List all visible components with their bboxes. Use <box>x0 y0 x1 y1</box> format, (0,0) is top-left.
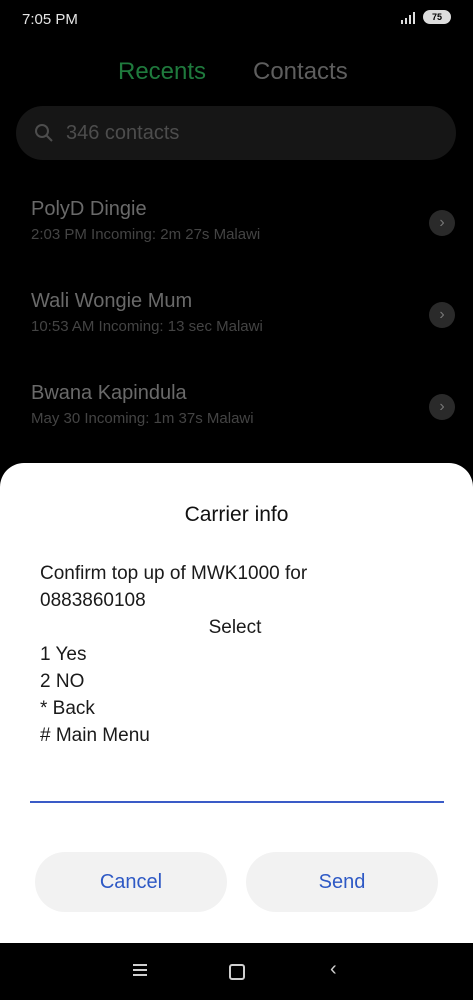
menu-icon[interactable] <box>133 964 147 979</box>
chevron-right-icon[interactable]: › <box>429 394 455 420</box>
reply-input[interactable] <box>30 801 444 803</box>
status-bar: 7:05 PM 75 <box>0 0 473 40</box>
contact-name: PolyD Dingie <box>31 198 147 220</box>
navigation-bar: ‹ <box>0 943 473 1000</box>
status-time: 7:05 PM <box>22 11 78 28</box>
contact-name: Bwana Kapindula <box>31 382 187 404</box>
send-button[interactable]: Send <box>246 852 438 912</box>
tab-bar: Recents Contacts <box>0 58 473 88</box>
chevron-right-icon[interactable]: › <box>429 302 455 328</box>
signal-icon <box>401 10 415 24</box>
home-icon[interactable] <box>229 964 245 980</box>
call-detail: 2:03 PM Incoming: 2m 27s Malawi <box>31 226 261 243</box>
menu-option: 1 Yes <box>40 644 87 665</box>
search-bar[interactable]: 346 contacts <box>16 106 456 160</box>
carrier-info-dialog: Carrier info Confirm top up of MWK1000 f… <box>0 463 473 943</box>
search-icon <box>35 124 53 142</box>
contact-name: Wali Wongie Mum <box>31 290 193 312</box>
back-icon[interactable]: ‹ <box>330 958 337 981</box>
recent-item[interactable]: Bwana Kapindula May 30 Incoming: 1m 37s … <box>0 382 473 462</box>
recent-item[interactable]: Wali Wongie Mum 10:53 AM Incoming: 13 se… <box>0 290 473 370</box>
message-line: Select <box>208 617 262 638</box>
dialog-title: Carrier info <box>184 503 289 526</box>
menu-option: * Back <box>40 698 95 719</box>
message-line: Confirm top up of MWK1000 for <box>40 563 308 584</box>
menu-option: 2 NO <box>40 671 85 692</box>
tab-contacts[interactable]: Contacts <box>253 58 348 86</box>
dialog-message: Confirm top up of MWK1000 for 0883860108… <box>40 560 430 749</box>
call-detail: May 30 Incoming: 1m 37s Malawi <box>31 410 254 427</box>
search-input[interactable]: 346 contacts <box>66 122 179 145</box>
cancel-button[interactable]: Cancel <box>35 852 227 912</box>
tab-recents[interactable]: Recents <box>118 58 206 86</box>
status-icons: 75 <box>401 10 451 24</box>
chevron-right-icon[interactable]: › <box>429 210 455 236</box>
menu-option: # Main Menu <box>40 725 150 746</box>
call-detail: 10:53 AM Incoming: 13 sec Malawi <box>31 318 263 335</box>
recent-item[interactable]: PolyD Dingie 2:03 PM Incoming: 2m 27s Ma… <box>0 198 473 278</box>
battery-icon: 75 <box>423 10 451 24</box>
message-line: 0883860108 <box>40 590 146 611</box>
